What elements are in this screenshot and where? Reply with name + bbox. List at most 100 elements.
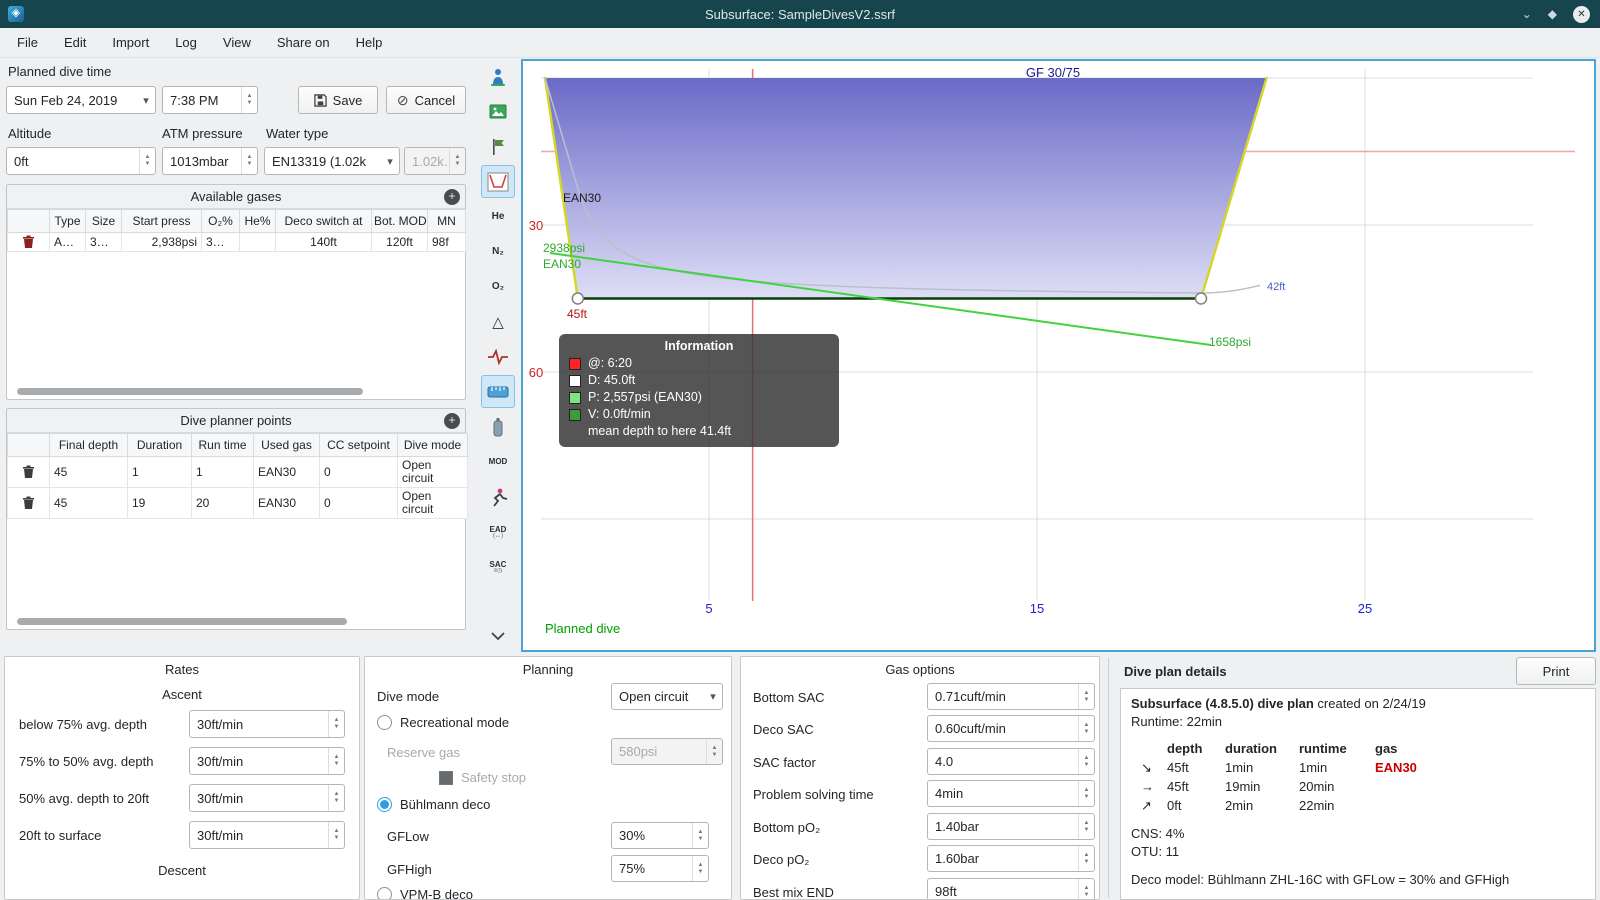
salinity-spinner[interactable]: 1.02k… (404, 147, 466, 175)
deco-sac-spinner[interactable]: 0.60cuft/min (927, 715, 1095, 742)
bottom-sac-spinner[interactable]: 0.71cuft/min (927, 683, 1095, 710)
rates-panel: Rates Ascent below 75% avg. depth 30ft/m… (4, 656, 360, 900)
ndl-icon[interactable] (481, 480, 515, 513)
spinner-arrows-icon (449, 148, 465, 174)
heart-rate-icon[interactable] (481, 340, 515, 373)
problem-solving-time-spinner[interactable]: 4min (927, 780, 1095, 807)
menu-import[interactable]: Import (103, 31, 158, 54)
planner-point-handle[interactable] (1194, 292, 1208, 305)
ead-icon[interactable]: EAD (↔) (481, 515, 515, 548)
delete-point-button[interactable] (22, 465, 35, 479)
profile-toggle-icon[interactable] (481, 165, 515, 198)
menu-file[interactable]: File (8, 31, 47, 54)
col-run-time[interactable]: Run time (191, 433, 254, 457)
n2-graph-icon[interactable]: N₂ (481, 235, 515, 268)
col-dive-mode[interactable]: Dive mode (397, 433, 468, 457)
spinner-arrows-icon[interactable] (692, 823, 708, 848)
col-duration[interactable]: Duration (127, 433, 192, 457)
col-mnd[interactable]: MN (427, 209, 466, 233)
spinner-arrows-icon[interactable] (692, 856, 708, 881)
close-icon[interactable]: ✕ (1573, 5, 1590, 23)
planner-point-handle[interactable] (571, 292, 585, 305)
col-size[interactable]: Size (85, 209, 122, 233)
mod-icon[interactable]: MOD (481, 445, 515, 478)
spinner-arrows-icon[interactable] (1078, 684, 1094, 709)
col-he[interactable]: He% (239, 209, 276, 233)
buhlmann-deco-radio[interactable]: Bühlmann deco (377, 797, 490, 812)
spinner-arrows-icon[interactable] (139, 148, 155, 174)
spinner-arrows-icon[interactable] (241, 148, 257, 174)
spinner-arrows-icon[interactable] (1078, 846, 1094, 871)
col-deco-switch[interactable]: Deco switch at (275, 209, 372, 233)
minimize-icon[interactable]: ⌄ (1522, 7, 1532, 21)
maximize-icon[interactable]: ◆ (1548, 7, 1557, 21)
reserve-gas-spinner[interactable]: 580psi (611, 738, 723, 765)
dive-date-select[interactable]: Sun Feb 24, 2019 (6, 86, 156, 114)
spinner-arrows-icon[interactable] (328, 748, 344, 774)
pp-graph-icon[interactable]: △ (481, 305, 515, 338)
gases-horizontal-scrollbar[interactable] (17, 388, 363, 395)
add-point-button[interactable]: + (444, 413, 460, 429)
tissues-icon[interactable] (481, 410, 515, 443)
col-o2[interactable]: O₂% (201, 209, 240, 233)
menu-share-on[interactable]: Share on (268, 31, 339, 54)
spinner-arrows-icon[interactable] (1078, 879, 1094, 899)
menu-log[interactable]: Log (166, 31, 206, 54)
dive-computer-icon[interactable] (481, 60, 515, 93)
dive-time-spinner[interactable]: 7:38 PM (162, 86, 258, 114)
spinner-arrows-icon[interactable] (328, 822, 344, 848)
gfhigh-label: GFHigh (387, 862, 432, 877)
delete-point-button[interactable] (22, 496, 35, 510)
ascent-rate-2-spinner[interactable]: 30ft/min (189, 747, 345, 775)
col-type[interactable]: Type (49, 209, 86, 233)
ascent-rate-4-spinner[interactable]: 30ft/min (189, 821, 345, 849)
vpmb-deco-radio[interactable]: VPM-B deco (377, 887, 473, 899)
menu-view[interactable]: View (214, 31, 260, 54)
spinner-arrows-icon[interactable] (1078, 781, 1094, 806)
col-start-press[interactable]: Start press (121, 209, 202, 233)
print-button[interactable]: Print (1516, 657, 1596, 685)
delete-gas-button[interactable] (22, 235, 35, 249)
atm-pressure-spinner[interactable]: 1013mbar (162, 147, 258, 175)
gfhigh-spinner[interactable]: 75% (611, 855, 709, 882)
col-bot-mod[interactable]: Bot. MOD (371, 209, 428, 233)
photos-icon[interactable] (481, 95, 515, 128)
menu-edit[interactable]: Edit (55, 31, 95, 54)
plan-table: depth duration runtime gas ↘ 45ft 1min 1… (1141, 741, 1417, 813)
sac-icon[interactable]: SAC ≡◷ (481, 550, 515, 583)
spinner-arrows-icon[interactable] (241, 87, 257, 113)
gflow-spinner[interactable]: 30% (611, 822, 709, 849)
water-type-select[interactable]: EN13319 (1.02k (264, 147, 400, 175)
save-button[interactable]: Save (298, 86, 378, 114)
dive-mode-select[interactable]: Open circuit (611, 683, 723, 710)
col-used-gas[interactable]: Used gas (253, 433, 320, 457)
points-horizontal-scrollbar[interactable] (17, 618, 347, 625)
sac-factor-spinner[interactable]: 4.0 (927, 748, 1095, 775)
add-gas-button[interactable]: + (444, 189, 460, 205)
col-cc-setpoint[interactable]: CC setpoint (319, 433, 398, 457)
ruler-icon[interactable] (481, 375, 515, 408)
recreational-mode-radio[interactable]: Recreational mode (377, 715, 509, 730)
spinner-arrows-icon[interactable] (1078, 749, 1094, 774)
bottom-po2-spinner[interactable]: 1.40bar (927, 813, 1095, 840)
o2-graph-icon[interactable]: O₂ (481, 270, 515, 303)
he-graph-icon[interactable]: He (481, 200, 515, 233)
best-mix-end-spinner[interactable]: 98ft (927, 878, 1095, 899)
deco-po2-spinner[interactable]: 1.60bar (927, 845, 1095, 872)
spinner-arrows-icon[interactable] (1078, 716, 1094, 741)
cancel-button[interactable]: ⊘ Cancel (386, 86, 466, 114)
dive-profile-chart[interactable]: 5 15 25 30 60 GF 30/75 EAN30 2938psi EAN30 4… (521, 59, 1596, 652)
cancel-icon: ⊘ (396, 91, 409, 108)
ascent-rate-1-spinner[interactable]: 30ft/min (189, 710, 345, 738)
ceiling-flag-icon[interactable] (481, 130, 515, 163)
spinner-arrows-icon[interactable] (328, 785, 344, 811)
spinner-arrows-icon[interactable] (1078, 814, 1094, 839)
safety-stop-checkbox[interactable]: Safety stop (439, 770, 526, 785)
menu-help[interactable]: Help (347, 31, 392, 54)
altitude-spinner[interactable]: 0ft (6, 147, 156, 175)
ascent-rate-3-spinner[interactable]: 30ft/min (189, 784, 345, 812)
col-final-depth[interactable]: Final depth (49, 433, 128, 457)
scroll-down-icon[interactable] (481, 619, 515, 652)
spinner-arrows-icon[interactable] (328, 711, 344, 737)
gas-options-panel: Gas options Bottom SAC 0.71cuft/min Deco… (740, 656, 1100, 900)
